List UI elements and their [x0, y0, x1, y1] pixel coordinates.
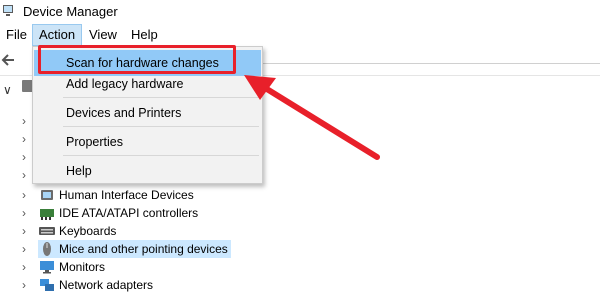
chevron-right-icon[interactable]: ›: [22, 114, 26, 128]
chevron-right-icon[interactable]: ›: [22, 224, 26, 238]
menu-item-add-legacy-hardware[interactable]: Add legacy hardware: [34, 71, 261, 97]
title-bar: Device Manager: [0, 0, 600, 24]
tree-item-label: Keyboards: [59, 224, 117, 238]
menu-item-label: Help: [66, 164, 92, 178]
chevron-right-icon[interactable]: ›: [22, 132, 26, 146]
menu-separator: [63, 126, 259, 127]
ide-controller-icon: [40, 209, 54, 220]
menu-action[interactable]: Action: [32, 24, 83, 46]
chevron-right-icon[interactable]: ›: [22, 188, 26, 202]
menu-view[interactable]: View: [83, 24, 123, 46]
tree-row-network[interactable]: › Network adapters: [0, 276, 600, 294]
network-adapter-icon: [40, 279, 54, 291]
annotation-arrow-icon: [244, 75, 380, 160]
device-manager-icon: [3, 5, 13, 16]
tree-item-label: Network adapters: [59, 278, 154, 292]
tree-item-label: Human Interface Devices: [59, 188, 194, 202]
menu-item-label: Add legacy hardware: [66, 77, 184, 91]
menu-item-properties[interactable]: Properties: [34, 129, 261, 155]
chevron-right-icon[interactable]: ›: [22, 242, 26, 256]
annotation-highlight-box: [38, 45, 236, 74]
window-title: Device Manager: [23, 4, 118, 19]
keyboard-icon: [39, 227, 55, 235]
mouse-icon: [43, 242, 51, 256]
tree-item-label: Monitors: [59, 260, 106, 274]
menu-separator: [63, 97, 259, 98]
chevron-right-icon[interactable]: ›: [22, 260, 26, 274]
menu-bar: File Action View Help: [0, 24, 600, 46]
tree-row-hid[interactable]: › Human Interface Devices: [0, 186, 600, 204]
menu-item-label: Devices and Printers: [66, 106, 182, 120]
tree-item-label: Mice and other pointing devices: [59, 242, 228, 256]
tree-row-mice[interactable]: › Mice and other pointing devices: [0, 240, 600, 258]
chevron-down-icon[interactable]: ∨: [3, 83, 12, 97]
menu-item-label: Properties: [66, 135, 123, 149]
menu-item-help[interactable]: Help: [34, 158, 261, 184]
chevron-right-icon[interactable]: ›: [22, 206, 26, 220]
chevron-right-icon[interactable]: ›: [22, 278, 26, 292]
tree-row-monitors[interactable]: › Monitors: [0, 258, 600, 276]
menu-help[interactable]: Help: [125, 24, 164, 46]
menu-item-devices-and-printers[interactable]: Devices and Printers: [34, 100, 261, 126]
chevron-right-icon[interactable]: ›: [22, 168, 26, 182]
tree-row-ide[interactable]: › IDE ATA/ATAPI controllers: [0, 204, 600, 222]
menu-separator: [63, 155, 259, 156]
toolbar-divider: [260, 63, 600, 64]
menu-file[interactable]: File: [0, 24, 33, 46]
tree-item-label: IDE ATA/ATAPI controllers: [59, 206, 199, 220]
monitor-icon: [40, 261, 54, 274]
tree-row-keyboards[interactable]: › Keyboards: [0, 222, 600, 240]
back-arrow-icon[interactable]: [0, 52, 16, 68]
hid-icon: [41, 190, 53, 200]
chevron-right-icon[interactable]: ›: [22, 150, 26, 164]
